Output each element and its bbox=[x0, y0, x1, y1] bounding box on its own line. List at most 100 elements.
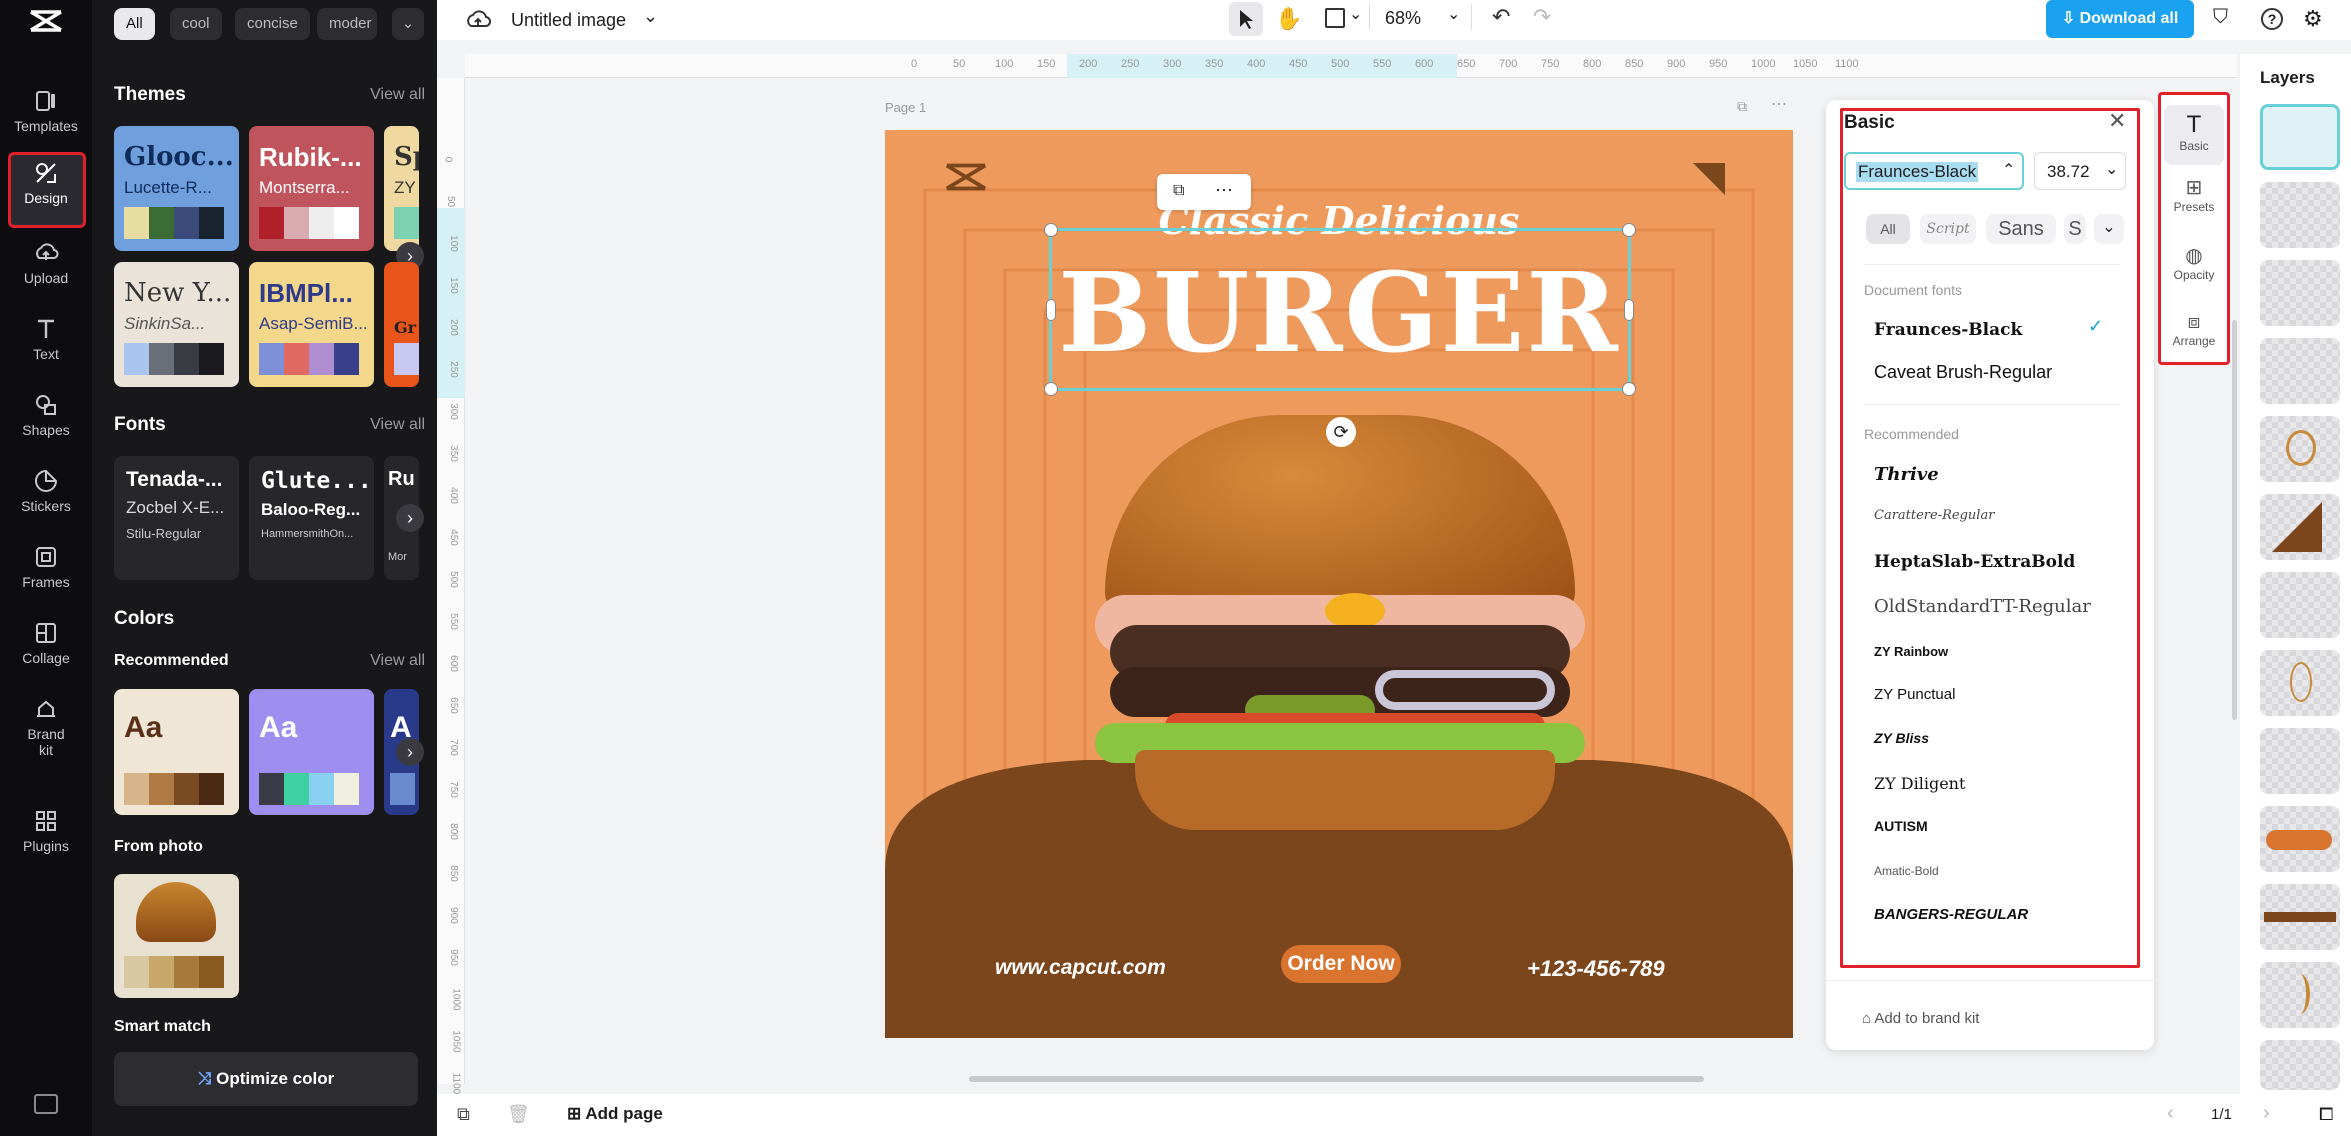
resize-handle[interactable] bbox=[1046, 299, 1056, 321]
layer-item[interactable] bbox=[2260, 572, 2340, 638]
cloud-sync-icon[interactable] bbox=[465, 8, 491, 32]
more-icon[interactable]: ⋯ bbox=[1771, 94, 1787, 114]
chevron-left-icon[interactable]: ‹ bbox=[2167, 1102, 2174, 1125]
layer-item[interactable] bbox=[2260, 260, 2340, 326]
nav-templates[interactable]: Templates bbox=[0, 78, 92, 150]
resize-handle[interactable] bbox=[1044, 382, 1058, 396]
font-option[interactable]: Amatic-Bold bbox=[1874, 864, 1939, 878]
font-family-select[interactable]: Fraunces-Black ⌃ bbox=[1844, 152, 2024, 190]
download-all-button[interactable]: ⇩ Download all bbox=[2046, 0, 2194, 38]
photo-palette-card[interactable] bbox=[114, 874, 239, 998]
nav-brand-kit[interactable]: Brand kit bbox=[0, 686, 92, 776]
layer-item[interactable] bbox=[2260, 884, 2340, 950]
keyboard-icon[interactable] bbox=[34, 1094, 58, 1114]
layer-item[interactable] bbox=[2260, 416, 2340, 482]
font-option[interactable]: ZY Diligent bbox=[1874, 774, 1965, 793]
theme-card[interactable]: New Y... SinkinSa... bbox=[114, 262, 239, 387]
chevron-right-icon[interactable]: › bbox=[2263, 1102, 2270, 1125]
font-option[interactable]: ZY Punctual bbox=[1874, 686, 1955, 703]
layer-item[interactable] bbox=[2260, 338, 2340, 404]
filter-chip-concise[interactable]: concise bbox=[235, 8, 310, 40]
filter-chip-modern[interactable]: moder bbox=[317, 8, 377, 40]
add-page-button[interactable]: ⊞ Add page bbox=[567, 1104, 663, 1124]
font-combo-card[interactable]: Tenada-... Zocbel X-E... Stilu-Regular bbox=[114, 456, 239, 580]
zoom-level[interactable]: 68% bbox=[1385, 8, 1421, 29]
font-option[interactable]: BANGERS-REGULAR bbox=[1874, 906, 2028, 923]
layer-item[interactable] bbox=[2260, 1040, 2340, 1090]
font-option[interactable]: Caveat Brush-Regular bbox=[1874, 362, 2052, 383]
layer-item[interactable] bbox=[2260, 728, 2340, 794]
poster-website[interactable]: www.capcut.com bbox=[995, 956, 1166, 980]
font-tab-all[interactable]: All bbox=[1866, 214, 1910, 244]
font-option[interactable]: HeptaSlab-ExtraBold bbox=[1874, 552, 2075, 572]
fonts-next-button[interactable]: › bbox=[396, 504, 424, 532]
tool-arrange[interactable]: ⧈ Arrange bbox=[2161, 311, 2227, 348]
chevron-down-icon[interactable]: ⌄ bbox=[1349, 4, 1362, 24]
filter-chip-cool[interactable]: cool bbox=[170, 8, 222, 40]
duplicate-icon[interactable]: ⧉ bbox=[1173, 182, 1184, 200]
theme-card[interactable]: Rubik-... Montserra... bbox=[249, 126, 374, 251]
layout-icon[interactable] bbox=[1325, 8, 1345, 28]
chevron-down-icon[interactable]: ⌄ bbox=[2094, 214, 2124, 244]
help-icon[interactable]: ? bbox=[2261, 8, 2283, 30]
burger-image[interactable] bbox=[1095, 415, 1585, 835]
theme-card[interactable]: Glooc... Lucette-R... bbox=[114, 126, 239, 251]
theme-card[interactable]: Sp ZY bbox=[384, 126, 419, 251]
font-tab-sans[interactable]: Sans bbox=[1986, 214, 2056, 244]
layer-item[interactable] bbox=[2260, 494, 2340, 560]
resize-handle[interactable] bbox=[1044, 223, 1058, 237]
filter-chip-all[interactable]: All bbox=[114, 8, 155, 40]
colors-view-all[interactable]: View all bbox=[370, 652, 425, 670]
color-palette-card[interactable]: Aa bbox=[114, 689, 239, 815]
capcut-logo[interactable] bbox=[28, 8, 64, 34]
horizontal-scrollbar[interactable] bbox=[969, 1076, 1704, 1082]
nav-design[interactable]: Design bbox=[0, 150, 92, 222]
font-option[interactable]: Carattere-Regular bbox=[1874, 508, 1994, 523]
nav-text[interactable]: Text bbox=[0, 306, 92, 378]
optimize-color-button[interactable]: ⤨ Optimize color bbox=[114, 1052, 418, 1106]
nav-frames[interactable]: Frames bbox=[0, 534, 92, 606]
redo-icon[interactable]: ↷ bbox=[1533, 4, 1551, 30]
layer-item[interactable] bbox=[2260, 104, 2340, 170]
chevron-down-icon[interactable]: ⌄ bbox=[643, 6, 658, 27]
font-option[interactable]: ZY Bliss bbox=[1874, 730, 1929, 746]
filter-expand-button[interactable]: ⌄ bbox=[392, 8, 424, 40]
nav-collage[interactable]: Collage bbox=[0, 610, 92, 682]
color-palette-card[interactable]: Aa bbox=[249, 689, 374, 815]
poster-phone[interactable]: +123-456-789 bbox=[1527, 956, 1665, 982]
font-option[interactable]: OldStandardTT-Regular bbox=[1874, 596, 2091, 617]
resize-handle[interactable] bbox=[1622, 382, 1636, 396]
resize-handle[interactable] bbox=[1622, 223, 1636, 237]
font-tab-script[interactable]: Script bbox=[1920, 214, 1976, 244]
font-option[interactable]: Fraunces-Black bbox=[1874, 320, 2022, 340]
fonts-view-all[interactable]: View all bbox=[370, 416, 425, 434]
layer-item[interactable] bbox=[2260, 650, 2340, 716]
theme-card[interactable]: IBMPl... Asap-SemiB... bbox=[249, 262, 374, 387]
nav-stickers[interactable]: Stickers bbox=[0, 458, 92, 530]
duplicate-page-icon[interactable]: ⧉ bbox=[1737, 98, 1747, 115]
font-tab-more[interactable]: S bbox=[2064, 214, 2086, 244]
hand-icon[interactable]: ✋ bbox=[1275, 6, 1302, 32]
select-tool-button[interactable] bbox=[1229, 2, 1263, 36]
add-to-brand-kit-button[interactable]: ⌂ Add to brand kit bbox=[1862, 1010, 1979, 1027]
layer-item[interactable] bbox=[2260, 182, 2340, 248]
poster-canvas[interactable]: Classic Delicious BURGER www.capcut.com … bbox=[885, 130, 1793, 1038]
resize-handle[interactable] bbox=[1624, 299, 1634, 321]
chevron-down-icon[interactable]: ⌄ bbox=[1447, 4, 1460, 24]
poster-order-button[interactable]: Order Now bbox=[1281, 945, 1401, 983]
tool-presets[interactable]: ⊞ Presets bbox=[2161, 175, 2227, 214]
duplicate-page-icon[interactable]: ⧉ bbox=[457, 1104, 470, 1125]
themes-view-all[interactable]: View all bbox=[370, 86, 425, 104]
vertical-scrollbar[interactable] bbox=[2232, 320, 2237, 720]
font-option[interactable]: Thrive bbox=[1874, 464, 1939, 485]
close-icon[interactable]: ✕ bbox=[2108, 108, 2126, 134]
more-icon[interactable]: ⋯ bbox=[1215, 180, 1233, 201]
delete-icon[interactable]: 🗑 bbox=[507, 1104, 530, 1125]
tool-basic[interactable]: T Basic bbox=[2164, 105, 2224, 165]
font-option[interactable]: ZY Rainbow bbox=[1874, 644, 1948, 659]
theme-card[interactable]: Gr bbox=[384, 262, 419, 387]
shield-icon[interactable]: ⛉ bbox=[2213, 6, 2228, 29]
tool-opacity[interactable]: ◍ Opacity bbox=[2161, 243, 2227, 282]
settings-icon[interactable]: ⚙ bbox=[2303, 6, 2323, 32]
font-option[interactable]: AUTISM bbox=[1874, 818, 1928, 834]
